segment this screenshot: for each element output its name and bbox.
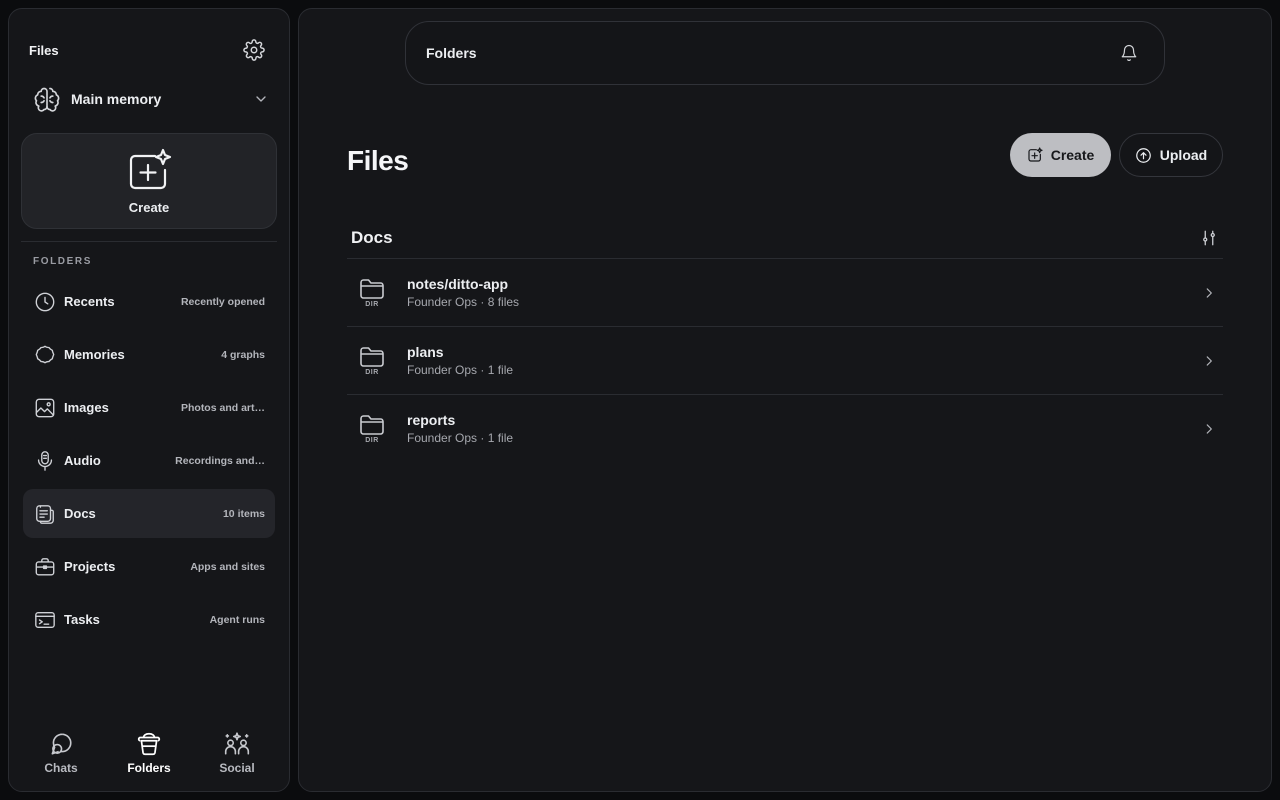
- top-bar: Folders: [405, 21, 1165, 85]
- create-card-button[interactable]: Create: [21, 133, 277, 229]
- sidebar-item-sub: Recently opened: [180, 295, 265, 308]
- sidebar-item-audio[interactable]: Audio Recordings and…: [23, 436, 275, 485]
- folder-name: plans: [407, 344, 444, 360]
- page-title: Files: [347, 145, 409, 176]
- folder-meta: Founder Ops · 1 file: [407, 363, 514, 377]
- list-item[interactable]: DIR plans Founder Ops · 1 file: [347, 326, 1223, 394]
- sidebar-item-sub: Recordings and…: [175, 454, 265, 467]
- folder-list: DIR notes/ditto-app Founder Ops · 8 file…: [347, 258, 1223, 462]
- sidebar: Files Main memory Create FOLDERS Recents…: [8, 8, 290, 792]
- upload-icon: [1135, 147, 1151, 163]
- document-icon: [36, 504, 54, 524]
- bottom-nav: Chats Folders Social: [17, 725, 281, 775]
- sidebar-nav: Recents Recently opened Memories 4 graph…: [23, 277, 275, 648]
- folders-stack-icon: [137, 732, 161, 756]
- chevron-right-icon: [1206, 355, 1212, 366]
- bottom-nav-chats[interactable]: Chats: [17, 725, 105, 775]
- dir-label: DIR: [365, 436, 379, 444]
- chevron-right-icon: [1206, 287, 1212, 298]
- gear-icon: [243, 39, 265, 61]
- bottom-nav-folders[interactable]: Folders: [105, 725, 193, 775]
- bottom-nav-label: Chats: [44, 761, 78, 775]
- create-button-label: Create: [1050, 147, 1095, 163]
- people-sparkle-icon: [224, 732, 250, 755]
- terminal-icon: [35, 611, 55, 628]
- main-panel: Folders Files Create Upload Docs DIR not…: [298, 8, 1272, 792]
- chevron-right-icon: [1206, 423, 1212, 434]
- create-sparkle-icon: [1028, 147, 1043, 162]
- folder-name: reports: [407, 412, 456, 428]
- folder-icon: [360, 346, 384, 367]
- create-button[interactable]: Create: [1010, 133, 1111, 177]
- clock-icon: [35, 292, 55, 311]
- list-item[interactable]: DIR reports Founder Ops · 1 file: [347, 394, 1223, 462]
- folder-badge: DIR: [347, 278, 397, 308]
- microphone-icon: [37, 450, 53, 471]
- create-sparkle-icon: [129, 148, 172, 189]
- bottom-nav-label: Social: [219, 761, 255, 775]
- filter-button[interactable]: [1195, 224, 1223, 252]
- memory-blob-icon: [35, 345, 55, 363]
- upload-button[interactable]: Upload: [1119, 133, 1223, 177]
- sidebar-item-label: Docs: [64, 506, 96, 521]
- brain-icon: [34, 87, 60, 112]
- section-header: Docs: [347, 217, 1223, 259]
- bottom-nav-social[interactable]: Social: [193, 725, 281, 775]
- sidebar-title: Files: [29, 42, 59, 58]
- sidebar-item-label: Memories: [64, 347, 125, 362]
- folder-meta: Founder Ops · 1 file: [407, 431, 514, 445]
- dir-label: DIR: [365, 300, 379, 308]
- list-item[interactable]: DIR notes/ditto-app Founder Ops · 8 file…: [347, 258, 1223, 326]
- folder-icon: [360, 414, 384, 435]
- sidebar-item-sub: 10 items: [222, 507, 265, 520]
- notifications-button[interactable]: [1114, 38, 1144, 68]
- dir-label: DIR: [365, 368, 379, 376]
- sidebar-item-sub: 4 graphs: [221, 348, 265, 361]
- sliders-icon: [1203, 230, 1215, 246]
- top-bar-title: Folders: [426, 45, 477, 61]
- bottom-nav-label: Folders: [127, 761, 171, 775]
- sidebar-item-label: Tasks: [64, 612, 100, 627]
- sidebar-item-label: Recents: [64, 294, 115, 309]
- sidebar-item-sub: Apps and sites: [190, 560, 265, 573]
- image-icon: [35, 398, 55, 417]
- folder-meta: Founder Ops · 8 files: [407, 295, 520, 309]
- folders-section-label: FOLDERS: [33, 256, 92, 267]
- sidebar-item-sub: Photos and art…: [180, 401, 265, 414]
- sidebar-header: Files: [29, 35, 269, 65]
- memory-label: Main memory: [71, 91, 162, 107]
- sidebar-divider: [21, 241, 277, 242]
- sidebar-item-tasks[interactable]: Tasks Agent runs: [23, 595, 275, 644]
- folder-name: notes/ditto-app: [407, 276, 509, 292]
- sidebar-item-label: Images: [64, 400, 109, 415]
- folder-icon: [360, 278, 384, 299]
- sidebar-item-label: Audio: [64, 453, 101, 468]
- sidebar-item-docs[interactable]: Docs 10 items: [23, 489, 275, 538]
- section-title: Docs: [351, 228, 393, 247]
- sidebar-item-projects[interactable]: Projects Apps and sites: [23, 542, 275, 591]
- folder-badge: DIR: [347, 346, 397, 376]
- memory-selector[interactable]: Main memory: [33, 81, 269, 117]
- folder-badge: DIR: [347, 414, 397, 444]
- briefcase-icon: [35, 557, 55, 575]
- sidebar-item-memories[interactable]: Memories 4 graphs: [23, 330, 275, 379]
- sidebar-item-sub: Agent runs: [209, 613, 265, 626]
- settings-button[interactable]: [239, 35, 269, 65]
- create-card-label: Create: [128, 199, 170, 215]
- bell-icon: [1121, 44, 1137, 62]
- sidebar-item-recents[interactable]: Recents Recently opened: [23, 277, 275, 326]
- chevron-down-icon: [256, 96, 266, 102]
- sidebar-item-images[interactable]: Images Photos and art…: [23, 383, 275, 432]
- upload-button-label: Upload: [1159, 147, 1208, 163]
- sidebar-item-label: Projects: [64, 559, 116, 574]
- chat-bubble-icon: [51, 733, 72, 755]
